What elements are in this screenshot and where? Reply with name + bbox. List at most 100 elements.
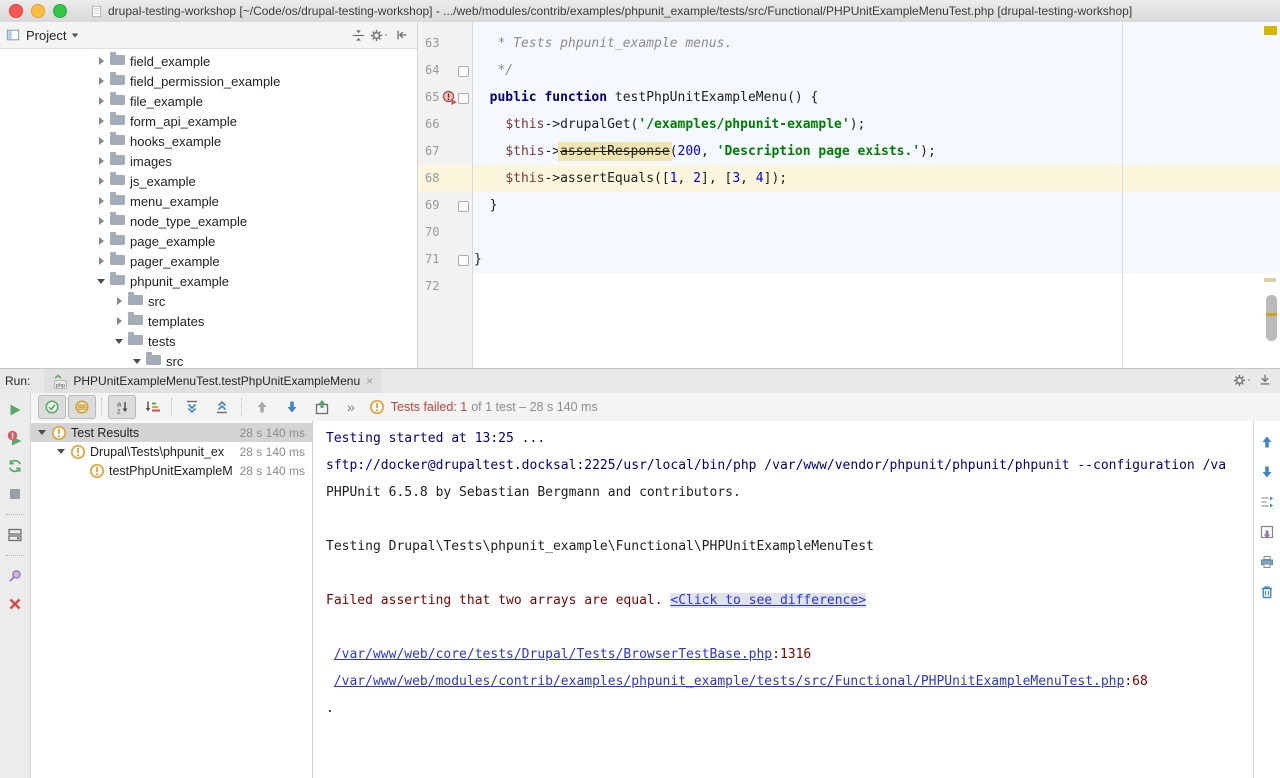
hide-project-panel-button[interactable] bbox=[391, 25, 413, 45]
test-console[interactable]: Testing started at 13:25 ...sftp://docke… bbox=[314, 421, 1253, 778]
project-tree-item-js_example[interactable]: js_example bbox=[0, 171, 417, 191]
locate-file-button[interactable] bbox=[347, 25, 369, 45]
code-line-71[interactable]: } bbox=[473, 246, 1280, 273]
project-panel-header[interactable]: Project bbox=[0, 22, 417, 49]
more-chevron-icon[interactable]: » bbox=[347, 399, 355, 415]
project-tree-item-file_example[interactable]: file_example bbox=[0, 91, 417, 111]
code-line-67[interactable]: $this->assertResponse(200, 'Description … bbox=[473, 138, 1280, 165]
project-tree-item-phpunit_example[interactable]: phpunit_example bbox=[0, 271, 417, 291]
chevron-down-icon bbox=[72, 33, 78, 37]
project-tree-item-page_example[interactable]: page_example bbox=[0, 231, 417, 251]
chevron-expanded-icon[interactable] bbox=[95, 279, 107, 284]
chevron-collapsed-icon[interactable] bbox=[95, 197, 107, 205]
pin-tab-button[interactable] bbox=[4, 565, 26, 587]
up-stacktrace-button[interactable] bbox=[1256, 431, 1278, 453]
close-tab-icon[interactable]: × bbox=[366, 375, 373, 387]
project-tree-item-pager_example[interactable]: pager_example bbox=[0, 251, 417, 271]
code-line-72[interactable] bbox=[473, 273, 1280, 300]
run-tab[interactable]: php PHPUnitExampleMenuTest.testPhpUnitEx… bbox=[44, 369, 381, 393]
code-token: */ bbox=[474, 63, 513, 78]
project-tree-item-menu_example[interactable]: menu_example bbox=[0, 191, 417, 211]
chevron-collapsed-icon[interactable] bbox=[113, 317, 125, 325]
chevron-expanded-icon[interactable] bbox=[113, 339, 125, 344]
chevron-collapsed-icon[interactable] bbox=[95, 257, 107, 265]
project-tree-item-src[interactable]: src bbox=[0, 291, 417, 311]
test-tree-item[interactable]: Drupal\Tests\phpunit_ex28 s 140 ms bbox=[31, 442, 312, 461]
project-tree-item-src[interactable]: src bbox=[0, 351, 417, 368]
fold-marker-icon[interactable] bbox=[458, 255, 469, 266]
clear-all-button[interactable] bbox=[1256, 581, 1278, 603]
close-window-button[interactable] bbox=[9, 4, 23, 18]
warning-stripe-mark[interactable] bbox=[1264, 278, 1276, 282]
code-line-69[interactable]: } bbox=[473, 192, 1280, 219]
stack-link-menutest[interactable]: /var/www/web/modules/contrib/examples/ph… bbox=[334, 674, 1125, 689]
chevron-collapsed-icon[interactable] bbox=[95, 157, 107, 165]
test-tree-item[interactable]: Test Results28 s 140 ms bbox=[31, 423, 312, 442]
project-tree-item-tests[interactable]: tests bbox=[0, 331, 417, 351]
code-editor[interactable]: * Tests phpunit_example menus. */ public… bbox=[418, 22, 1280, 368]
chevron-collapsed-icon[interactable] bbox=[113, 297, 125, 305]
chevron-expanded-icon[interactable] bbox=[55, 449, 67, 454]
run-settings-button[interactable] bbox=[1232, 370, 1254, 390]
code-line-65[interactable]: public function testPhpUnitExampleMenu()… bbox=[473, 84, 1280, 111]
stack-link-browsertestbase[interactable]: /var/www/web/core/tests/Drupal/Tests/Bro… bbox=[334, 647, 772, 662]
chevron-collapsed-icon[interactable] bbox=[95, 137, 107, 145]
code-line-63[interactable]: * Tests phpunit_example menus. bbox=[473, 30, 1280, 57]
layout-button[interactable] bbox=[4, 524, 26, 546]
project-tree-item-label: pager_example bbox=[130, 254, 220, 269]
print-button[interactable] bbox=[1256, 551, 1278, 573]
project-tree-item-form_api_example[interactable]: form_api_example bbox=[0, 111, 417, 131]
previous-occurrence-button[interactable] bbox=[248, 395, 276, 419]
close-button[interactable] bbox=[4, 593, 26, 615]
show-passed-button[interactable] bbox=[38, 395, 66, 419]
ignored-circle-icon bbox=[74, 399, 90, 415]
import-tests-button[interactable] bbox=[308, 395, 336, 419]
zoom-window-button[interactable] bbox=[53, 4, 67, 18]
code-line-64[interactable]: */ bbox=[473, 57, 1280, 84]
project-tree-item-node_type_example[interactable]: node_type_example bbox=[0, 211, 417, 231]
code-line-68[interactable]: $this->assertEquals([1, 2], [3, 4]); bbox=[473, 165, 1280, 192]
project-tree-item-images[interactable]: images bbox=[0, 151, 417, 171]
chevron-collapsed-icon[interactable] bbox=[95, 57, 107, 65]
test-failed-gutter-icon[interactable] bbox=[442, 90, 458, 106]
toggle-auto-test-button[interactable] bbox=[4, 455, 26, 477]
code-line-70[interactable] bbox=[473, 219, 1280, 246]
fold-marker-icon[interactable] bbox=[458, 201, 469, 212]
fold-marker-icon[interactable] bbox=[458, 93, 469, 104]
project-tree-item-hooks_example[interactable]: hooks_example bbox=[0, 131, 417, 151]
collapse-all-button[interactable] bbox=[208, 395, 236, 419]
fold-marker-icon[interactable] bbox=[458, 66, 469, 77]
rerun-failed-button[interactable] bbox=[4, 427, 26, 449]
import-results-button[interactable] bbox=[1256, 521, 1278, 543]
chevron-expanded-icon[interactable] bbox=[36, 430, 48, 435]
sort-alphabetically-button[interactable]: az bbox=[108, 395, 136, 419]
console-line: Testing Drupal\Tests\phpunit_example\Fun… bbox=[326, 533, 1253, 560]
hide-run-panel-button[interactable] bbox=[1254, 370, 1276, 390]
minimize-window-button[interactable] bbox=[31, 4, 45, 18]
chevron-collapsed-icon[interactable] bbox=[95, 217, 107, 225]
chevron-collapsed-icon[interactable] bbox=[95, 77, 107, 85]
project-settings-button[interactable] bbox=[369, 25, 391, 45]
expand-all-button[interactable] bbox=[178, 395, 206, 419]
down-stacktrace-button[interactable] bbox=[1256, 461, 1278, 483]
rerun-button[interactable] bbox=[4, 399, 26, 421]
chevron-expanded-icon[interactable] bbox=[131, 359, 143, 364]
view-difference-link[interactable]: <Click to see difference> bbox=[670, 593, 866, 608]
inspection-indicator[interactable] bbox=[1264, 26, 1277, 35]
code-line-66[interactable]: $this->drupalGet('/examples/phpunit-exam… bbox=[473, 111, 1280, 138]
filter-stacktrace-button[interactable] bbox=[1256, 491, 1278, 513]
show-ignored-button[interactable] bbox=[68, 395, 96, 419]
project-tree-item-templates[interactable]: templates bbox=[0, 311, 417, 331]
project-panel-title: Project bbox=[26, 28, 66, 43]
project-tree-item-field_permission_example[interactable]: field_permission_example bbox=[0, 71, 417, 91]
test-tree-item[interactable]: testPhpUnitExampleM28 s 140 ms bbox=[31, 461, 312, 480]
project-tree-item-field_example[interactable]: field_example bbox=[0, 51, 417, 71]
editor-scrollbar[interactable] bbox=[1266, 295, 1277, 341]
chevron-collapsed-icon[interactable] bbox=[95, 177, 107, 185]
sort-by-duration-button[interactable] bbox=[138, 395, 166, 419]
chevron-collapsed-icon[interactable] bbox=[95, 97, 107, 105]
chevron-collapsed-icon[interactable] bbox=[95, 237, 107, 245]
chevron-collapsed-icon[interactable] bbox=[95, 117, 107, 125]
stop-button[interactable] bbox=[4, 483, 26, 505]
next-occurrence-button[interactable] bbox=[278, 395, 306, 419]
